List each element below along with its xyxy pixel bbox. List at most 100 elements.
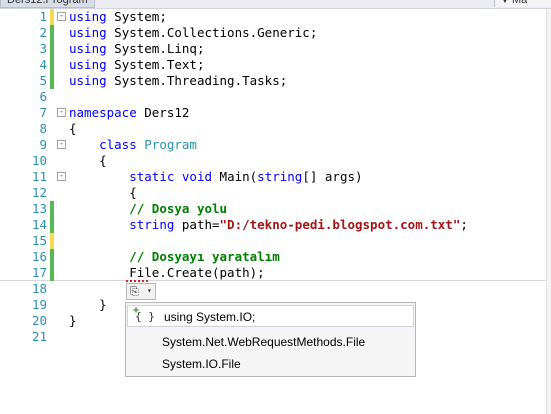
line-number: 8	[39, 121, 47, 136]
code-line[interactable]: 2 using System.Collections.Generic;	[0, 25, 551, 41]
code-text: using System.Collections.Generic;	[69, 25, 317, 41]
code-token: Ders12	[136, 105, 190, 120]
line-number: 10	[31, 153, 47, 168]
code-token: using	[69, 73, 107, 88]
code-text: class Program	[69, 137, 197, 153]
code-token: {	[69, 153, 107, 168]
line-number: 19	[31, 297, 47, 312]
code-line[interactable]: 14 string path="D:/tekno-pedi.blogspot.c…	[0, 217, 551, 233]
line-number: 14	[31, 217, 47, 232]
chevron-down-icon: ▼	[501, 0, 509, 5]
member-dropdown[interactable]: ▼ Ma	[494, 0, 551, 7]
code-line[interactable]: 16 // Dosyayı yaratalım	[0, 249, 551, 265]
quick-action-smart-tag[interactable]: ⎘ ▾	[126, 283, 156, 300]
line-number: 11	[31, 169, 47, 184]
code-text: namespace Ders12	[69, 105, 189, 121]
collapse-icon[interactable]: -	[57, 140, 66, 149]
change-marker	[50, 57, 54, 73]
code-token: using	[69, 57, 107, 72]
code-token: string	[129, 217, 175, 232]
code-token: {	[69, 185, 137, 200]
quick-action-label: System.Net.WebRequestMethods.File	[162, 335, 366, 349]
code-token: "D:/tekno-pedi.blogspot.com.txt"	[219, 217, 461, 232]
code-line[interactable]: 3 using System.Linq;	[0, 41, 551, 57]
code-line[interactable]: 7 - namespace Ders12	[0, 105, 551, 121]
code-line[interactable]: 11 - static void Main(string[] args)	[0, 169, 551, 185]
code-text: static void Main(string[] args)	[69, 169, 363, 185]
quick-action-item[interactable]: +{ } using System.IO;	[127, 305, 414, 327]
code-text: }	[69, 313, 77, 329]
code-text: {	[69, 121, 77, 137]
code-line[interactable]: 5 using System.Threading.Tasks;	[0, 73, 551, 89]
quick-actions-menu: +{ } using System.IO; System.Net.WebReques…	[125, 302, 416, 377]
code-token: ;	[460, 217, 468, 232]
quick-action-label: System.IO.File	[162, 357, 241, 371]
quick-action-item[interactable]: System.IO.File	[126, 353, 415, 375]
change-marker	[50, 233, 54, 249]
code-line[interactable]: 10 {	[0, 153, 551, 169]
line-number: 15	[31, 233, 47, 248]
code-line[interactable]: 1 - using System;	[0, 9, 551, 25]
line-number: 16	[31, 249, 47, 264]
code-line[interactable]: 17 File.Create(path);	[0, 265, 551, 281]
code-token: string	[257, 169, 303, 184]
member-dropdown-label: Ma	[512, 0, 528, 6]
error-squiggle	[126, 280, 148, 282]
code-text: {	[69, 185, 137, 201]
line-number: 18	[31, 281, 47, 296]
code-token: System.Collections.Generic;	[106, 25, 318, 40]
add-using-icon: +{ }	[133, 305, 155, 328]
line-number: 6	[39, 89, 47, 104]
code-line[interactable]: 8{	[0, 121, 551, 137]
line-number: 2	[39, 25, 47, 40]
code-token: [] args)	[302, 169, 363, 184]
code-token: static	[129, 169, 175, 184]
code-token: class	[99, 137, 137, 152]
code-token: System.Linq;	[106, 41, 205, 56]
code-text: using System.Threading.Tasks;	[69, 73, 287, 89]
change-marker	[50, 41, 54, 57]
code-token: // Dosyayı yaratalım	[129, 249, 280, 264]
line-number: 5	[39, 73, 47, 88]
line-number: 3	[39, 41, 47, 56]
code-line[interactable]: 6	[0, 89, 551, 105]
code-text: {	[69, 153, 107, 169]
change-marker	[50, 201, 54, 217]
code-token: using	[69, 25, 107, 40]
quick-action-item[interactable]: System.Net.WebRequestMethods.File	[126, 331, 415, 353]
collapse-icon[interactable]: -	[57, 108, 66, 117]
code-line[interactable]: 9 - class Program	[0, 137, 551, 153]
plus-icon: +	[133, 305, 140, 316]
line-number: 9	[39, 137, 47, 152]
code-line[interactable]: 15	[0, 233, 551, 249]
code-line[interactable]: 13 // Dosya yolu	[0, 201, 551, 217]
code-token: Main(	[212, 169, 258, 184]
code-text: // Dosya yolu	[69, 201, 227, 217]
collapse-icon[interactable]: -	[57, 12, 66, 21]
vertical-scrollbar[interactable]	[546, 9, 551, 414]
document-tab-bar: Ders12.Program ▼ Ma	[0, 0, 551, 9]
change-marker	[50, 25, 54, 41]
change-marker	[50, 249, 54, 265]
code-token: {	[69, 121, 77, 136]
code-token: path=	[174, 217, 220, 232]
code-token: // Dosya yolu	[129, 201, 228, 216]
line-number: 21	[31, 329, 47, 344]
code-line[interactable]: 4 using System.Text;	[0, 57, 551, 73]
line-number: 17	[31, 265, 47, 280]
code-token: Program	[144, 137, 197, 152]
line-number: 7	[39, 105, 47, 120]
code-token: namespace	[69, 105, 137, 120]
code-token: void	[181, 169, 213, 184]
light-bulb-icon: ⎘	[130, 285, 139, 298]
code-text: using System;	[69, 9, 167, 25]
line-number: 12	[31, 185, 47, 200]
tab-ders12-program[interactable]: Ders12.Program	[0, 0, 95, 8]
code-token: System.Threading.Tasks;	[106, 73, 288, 88]
collapse-icon[interactable]: -	[57, 172, 66, 181]
code-line[interactable]: 12 {	[0, 185, 551, 201]
code-line[interactable]: 18	[0, 281, 551, 297]
code-text: }	[69, 297, 107, 313]
